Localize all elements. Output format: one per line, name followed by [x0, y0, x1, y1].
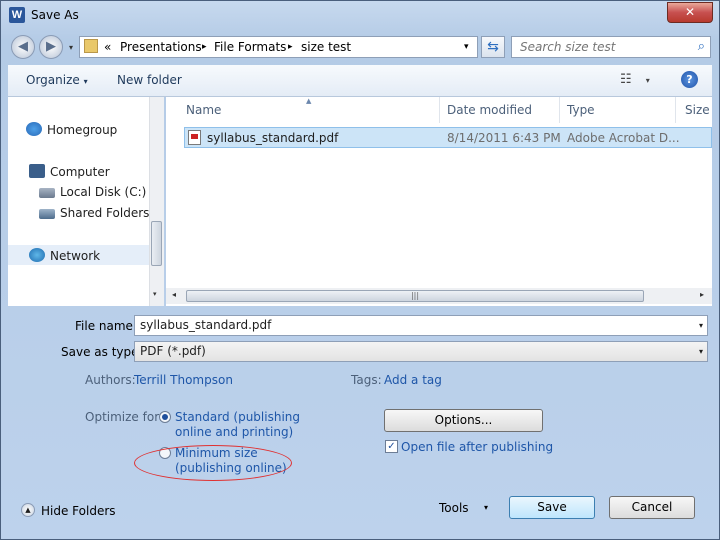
column-header-size[interactable]: Size	[685, 103, 710, 117]
annotation-highlight-ellipse	[134, 445, 292, 481]
breadcrumb-file-formats[interactable]: File Formats	[214, 40, 286, 54]
sidebar-item-shared-folders[interactable]: Shared Folders (\	[39, 206, 162, 220]
standard-radio[interactable]	[159, 411, 171, 423]
view-dropdown-icon: ▾	[645, 76, 650, 85]
computer-icon	[29, 164, 45, 178]
file-name-label: File name:	[75, 319, 137, 333]
search-box[interactable]: ⌕	[511, 36, 711, 58]
sidebar-item-label: Local Disk (C:)	[60, 185, 147, 199]
back-button[interactable]: ◀	[11, 35, 35, 59]
pdf-file-icon	[188, 130, 201, 145]
authors-label: Authors:	[85, 373, 136, 387]
sidebar-item-label: Shared Folders (\	[60, 206, 162, 220]
hide-folders-chevron-icon[interactable]: ▲	[21, 503, 35, 517]
hscroll-thumb[interactable]: |||	[186, 290, 644, 302]
tools-dropdown-icon[interactable]: ▾	[484, 503, 488, 512]
navigation-bar: ◀ ▶ ▾ « Presentations ▸ File Formats ▸ s…	[1, 31, 719, 63]
column-header-date-modified[interactable]: Date modified	[447, 103, 532, 117]
sidebar-item-label: Homegroup	[47, 123, 118, 137]
refresh-button[interactable]: ⇆	[481, 36, 505, 58]
hide-folders-button[interactable]: Hide Folders	[41, 504, 116, 518]
scroll-left-icon[interactable]: ◂	[172, 290, 176, 299]
column-divider[interactable]	[675, 97, 676, 123]
standard-option-line1[interactable]: Standard (publishing	[175, 410, 300, 424]
breadcrumb-size-test[interactable]: size test	[301, 40, 351, 54]
word-app-icon: W	[9, 7, 25, 23]
add-tag-link[interactable]: Add a tag	[384, 373, 442, 387]
file-list-hscrollbar[interactable]: ◂ ||| ▸	[166, 288, 712, 304]
save-as-type-select[interactable]: PDF (*.pdf) ▾	[134, 341, 708, 362]
file-type-cell: Adobe Acrobat D...	[567, 131, 680, 145]
open-after-publishing-checkbox[interactable]: ✓	[385, 440, 398, 453]
breadcrumb-presentations[interactable]: Presentations	[120, 40, 202, 54]
view-options-icon[interactable]: ☷ ▾	[620, 72, 650, 87]
authors-value[interactable]: Terrill Thompson	[134, 373, 233, 387]
forward-button[interactable]: ▶	[39, 35, 63, 59]
new-folder-button[interactable]: New folder	[117, 73, 182, 87]
address-bar[interactable]: « Presentations ▸ File Formats ▸ size te…	[79, 36, 478, 58]
sidebar-item-label: Network	[50, 249, 101, 263]
toolbar: Organize ▾ New folder ☷ ▾ ?	[8, 65, 712, 97]
help-icon[interactable]: ?	[681, 71, 698, 88]
column-divider[interactable]	[439, 97, 440, 123]
address-dropdown-icon[interactable]: ▾	[464, 42, 469, 52]
breadcrumb-separator-icon[interactable]: ▸	[202, 42, 207, 52]
folder-icon	[84, 39, 98, 53]
breadcrumb-overflow[interactable]: «	[104, 40, 111, 54]
save-as-type-label: Save as type:	[61, 345, 143, 359]
breadcrumb-separator-icon[interactable]: ▸	[288, 42, 293, 52]
close-button[interactable]: ✕	[667, 2, 713, 23]
shared-folder-icon	[39, 209, 55, 219]
options-button[interactable]: Options...	[384, 409, 543, 432]
save-as-dialog: W Save As ✕ ◀ ▶ ▾ « Presentations ▸ File…	[0, 0, 720, 540]
file-name-value[interactable]: syllabus_standard.pdf	[140, 318, 271, 332]
save-as-type-dropdown-icon[interactable]: ▾	[699, 347, 703, 356]
organize-label: Organize	[26, 73, 80, 87]
sidebar-scrollbar[interactable]: ▾	[149, 97, 164, 306]
tools-button[interactable]: Tools	[439, 501, 469, 515]
save-button[interactable]: Save	[509, 496, 595, 519]
history-dropdown-icon[interactable]: ▾	[69, 43, 73, 52]
homegroup-icon	[26, 122, 42, 136]
file-list: ▲ Name Date modified Type Size syllabus_…	[166, 97, 712, 306]
search-input[interactable]	[518, 39, 692, 55]
file-name-field[interactable]: syllabus_standard.pdf ▾	[134, 315, 708, 336]
open-after-publishing-label[interactable]: Open file after publishing	[401, 440, 553, 454]
file-date-cell: 8/14/2011 6:43 PM	[447, 131, 561, 145]
scroll-down-icon[interactable]: ▾	[153, 290, 157, 298]
network-icon	[29, 248, 45, 262]
sidebar-item-network[interactable]: Network	[29, 248, 100, 263]
scroll-right-icon[interactable]: ▸	[700, 290, 704, 299]
save-as-type-value: PDF (*.pdf)	[140, 344, 206, 358]
search-icon[interactable]: ⌕	[698, 39, 705, 54]
column-header-name[interactable]: Name	[186, 103, 221, 117]
drive-icon	[39, 188, 55, 198]
file-row[interactable]: syllabus_standard.pdf 8/14/2011 6:43 PM …	[184, 127, 712, 148]
sidebar-item-label: Computer	[50, 165, 110, 179]
file-name-cell: syllabus_standard.pdf	[207, 131, 339, 145]
sidebar-item-computer[interactable]: Computer	[29, 164, 110, 179]
organize-button[interactable]: Organize ▾	[26, 73, 88, 87]
cancel-button[interactable]: Cancel	[609, 496, 695, 519]
column-divider[interactable]	[559, 97, 560, 123]
optimize-for-label: Optimize for:	[85, 410, 163, 424]
organize-dropdown-icon: ▾	[83, 77, 88, 86]
sidebar-item-local-disk[interactable]: Local Disk (C:)	[39, 185, 146, 199]
sort-ascending-icon: ▲	[306, 97, 312, 105]
title-bar: W Save As ✕	[1, 1, 719, 31]
view-icon: ☷	[620, 72, 632, 87]
sidebar-scroll-thumb[interactable]	[151, 221, 162, 266]
column-header-type[interactable]: Type	[567, 103, 595, 117]
file-name-dropdown-icon[interactable]: ▾	[699, 321, 703, 330]
sidebar-item-homegroup[interactable]: Homegroup	[26, 122, 117, 137]
standard-option-line2[interactable]: online and printing)	[175, 425, 293, 439]
tags-label: Tags:	[351, 373, 382, 387]
window-title: Save As	[31, 8, 79, 22]
navigation-pane: Homegroup Computer Local Disk (C:) Share…	[8, 97, 163, 306]
